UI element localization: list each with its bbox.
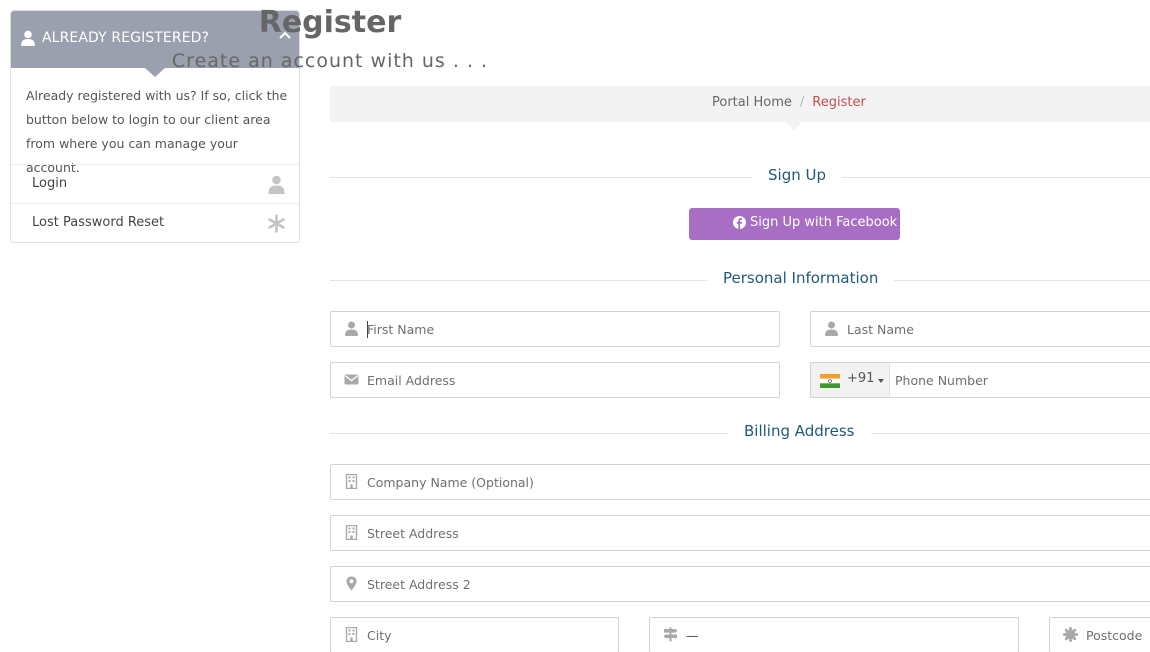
phone-placeholder: Phone Number bbox=[895, 373, 988, 388]
already-registered-panel: ALREADY REGISTERED? Already registered w… bbox=[10, 10, 300, 243]
user-icon bbox=[268, 175, 285, 194]
postcode-field[interactable]: Postcode bbox=[1049, 617, 1150, 652]
breadcrumb: Portal Home / Register bbox=[330, 86, 1150, 130]
breadcrumb-separator: / bbox=[799, 95, 805, 110]
sidebar-item-label: Login bbox=[32, 176, 68, 191]
section-heading-billing: Billing Address bbox=[728, 422, 871, 444]
section-heading-personal: Personal Information bbox=[707, 269, 895, 291]
caret-down-icon bbox=[878, 379, 884, 383]
signup-divider: Sign Up bbox=[330, 166, 1150, 188]
building-icon bbox=[345, 627, 358, 642]
signpost-icon bbox=[663, 627, 678, 642]
last-name-placeholder: Last Name bbox=[847, 322, 914, 337]
billing-divider: Billing Address bbox=[330, 422, 1150, 444]
last-name-field[interactable]: Last Name bbox=[810, 311, 1150, 347]
page-subtitle-text: Create an account with us . . . bbox=[171, 50, 489, 72]
personal-divider: Personal Information bbox=[330, 269, 1150, 291]
section-heading-signup: Sign Up bbox=[752, 166, 842, 188]
page-subtitle: Create an account with us . . . bbox=[172, 50, 1150, 72]
email-placeholder: Email Address bbox=[367, 373, 456, 388]
city-placeholder: City bbox=[367, 628, 392, 643]
map-marker-icon bbox=[346, 576, 357, 591]
company-name-field[interactable]: Company Name (Optional) bbox=[330, 464, 1150, 500]
page-title-text: Register bbox=[258, 5, 402, 40]
company-name-placeholder: Company Name (Optional) bbox=[367, 475, 534, 490]
street-address-field[interactable]: Street Address bbox=[330, 515, 1150, 551]
certificate-icon bbox=[1063, 627, 1078, 642]
breadcrumb-current: Register bbox=[812, 95, 866, 110]
facebook-signup-button[interactable]: Sign Up with Facebook bbox=[689, 208, 900, 240]
state-value: — bbox=[686, 628, 699, 643]
state-select[interactable]: — bbox=[649, 617, 1019, 652]
building-icon bbox=[345, 474, 358, 489]
page-title: Register bbox=[259, 5, 1150, 40]
asterisk-icon bbox=[268, 214, 285, 233]
user-icon bbox=[345, 321, 358, 336]
email-field[interactable]: Email Address bbox=[330, 362, 780, 398]
breadcrumb-home[interactable]: Portal Home bbox=[712, 95, 792, 110]
breadcrumb-trail: Portal Home / Register bbox=[712, 95, 866, 110]
facebook-button-label: Sign Up with Facebook bbox=[750, 215, 898, 230]
facebook-icon bbox=[733, 216, 746, 229]
india-flag-icon bbox=[820, 374, 840, 388]
first-name-placeholder: First Name bbox=[367, 322, 435, 337]
building-icon bbox=[345, 525, 358, 540]
country-code: +91 bbox=[847, 371, 875, 386]
city-field[interactable]: City bbox=[330, 617, 619, 652]
sidebar-item-label: Lost Password Reset bbox=[32, 215, 165, 230]
street-address-placeholder: Street Address bbox=[367, 526, 459, 541]
street-address-2-field[interactable]: Street Address 2 bbox=[330, 566, 1150, 602]
postcode-placeholder: Postcode bbox=[1086, 628, 1143, 643]
first-name-field[interactable]: First Name bbox=[330, 311, 780, 347]
country-code-select[interactable]: +91 bbox=[811, 363, 890, 397]
user-icon bbox=[825, 321, 838, 336]
sidebar-item-lost-password[interactable]: Lost Password Reset bbox=[11, 203, 299, 242]
phone-field[interactable]: +91 Phone Number bbox=[810, 362, 1150, 398]
street-address-2-placeholder: Street Address 2 bbox=[367, 577, 471, 592]
envelope-icon bbox=[344, 374, 359, 385]
breadcrumb-notch bbox=[786, 122, 802, 130]
sidebar-item-login[interactable]: Login bbox=[11, 164, 299, 203]
